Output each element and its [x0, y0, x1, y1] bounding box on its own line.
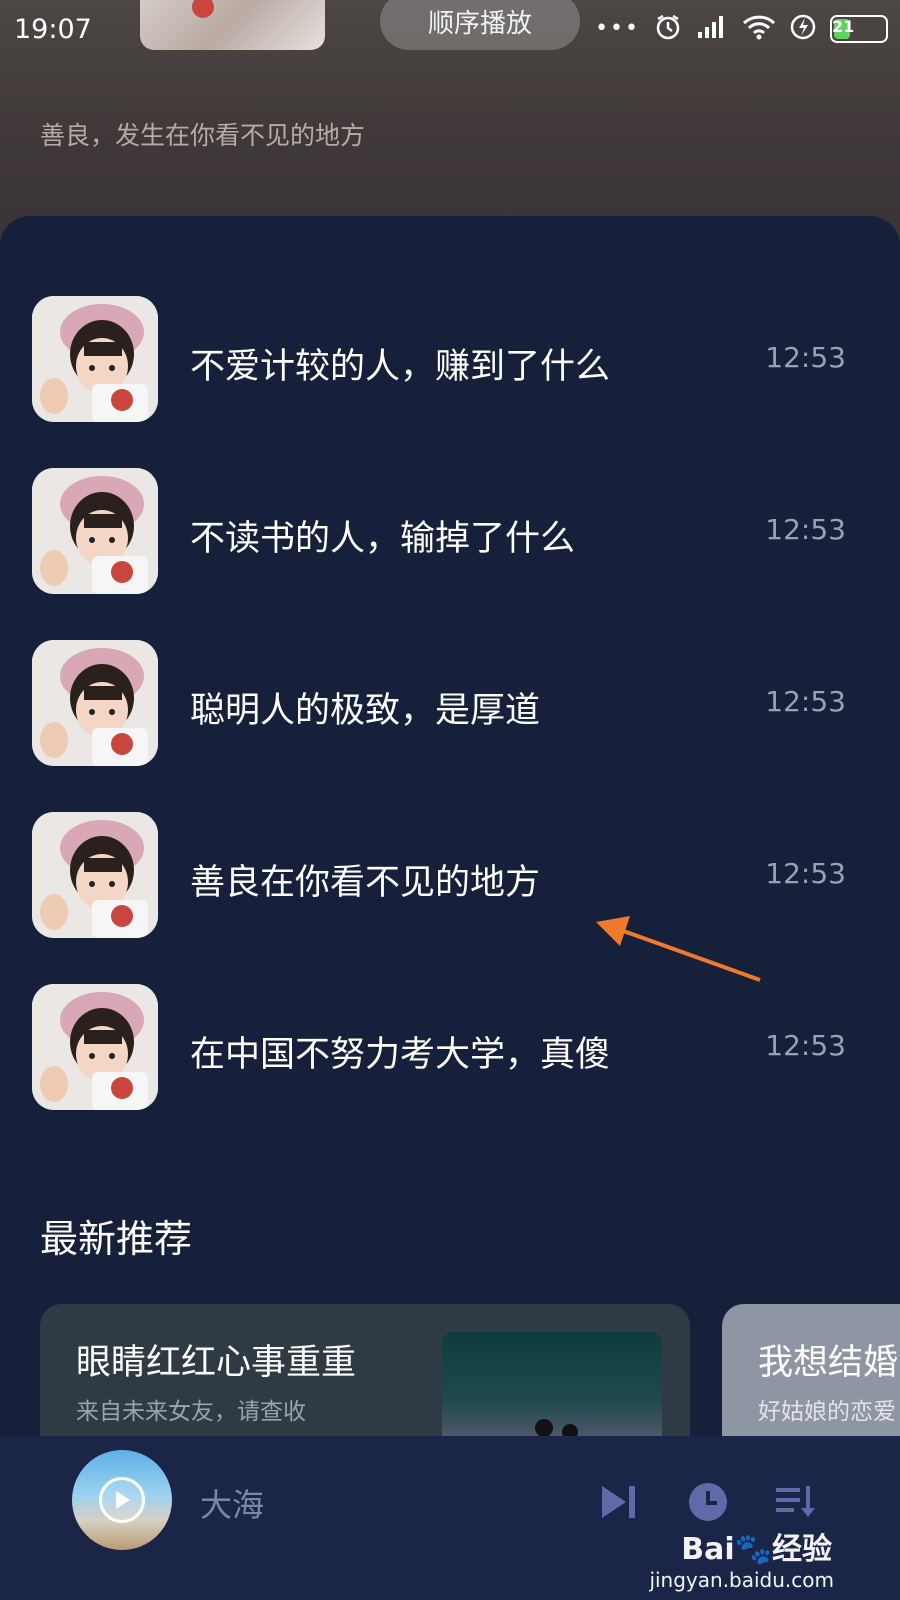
track-title: 在中国不努力考大学，真傻: [190, 1035, 611, 1075]
alarm-icon: [654, 13, 682, 45]
track-thumbnail: [32, 640, 158, 766]
status-icons: ••• 21: [595, 12, 888, 46]
track-thumbnail: [32, 468, 158, 594]
track-time: 12:53: [765, 685, 846, 718]
track-thumbnail: [32, 812, 158, 938]
next-track-icon[interactable]: [596, 1480, 640, 1524]
battery-icon: 21: [830, 15, 888, 43]
current-song-title[interactable]: 大海: [200, 1480, 264, 1526]
track-thumbnail: [32, 296, 158, 422]
more-dots-icon: •••: [595, 16, 640, 41]
charging-icon: [790, 13, 816, 45]
track-row[interactable]: 善良在你看不见的地方 12:53: [0, 812, 900, 942]
playlist-sort-icon[interactable]: [774, 1480, 818, 1524]
recommend-card-title: 我想结婚: [758, 1343, 899, 1383]
album-subtitle: 善良，发生在你看不见的地方: [40, 121, 366, 150]
status-time: 19:07: [14, 14, 92, 45]
wifi-icon: [742, 14, 776, 44]
track-row[interactable]: 不读书的人，输掉了什么 12:53: [0, 468, 900, 598]
timer-clock-icon[interactable]: [686, 1480, 730, 1524]
track-time: 12:53: [765, 1029, 846, 1062]
header-area: 顺序播放 19:07 ••• 21 善良，发生在你看不见的地方: [0, 0, 900, 240]
track-title: 善良在你看不见的地方: [190, 863, 541, 903]
track-time: 12:53: [765, 513, 846, 546]
track-title: 聪明人的极致，是厚道: [190, 691, 541, 731]
track-row[interactable]: 在中国不努力考大学，真傻 12:53: [0, 984, 900, 1114]
track-time: 12:53: [765, 341, 846, 374]
track-title: 不读书的人，输掉了什么: [190, 519, 576, 559]
signal-icon: [696, 14, 728, 44]
track-title: 不爱计较的人，赚到了什么: [190, 347, 611, 387]
player-disc[interactable]: [72, 1450, 172, 1550]
track-time: 12:53: [765, 857, 846, 890]
track-thumbnail: [32, 984, 158, 1110]
recommend-section-title: 最新推荐: [40, 1217, 193, 1261]
recommend-card-title: 眼睛红红心事重重: [76, 1343, 357, 1383]
play-icon[interactable]: [99, 1477, 145, 1523]
recommend-card-subtitle: 来自未来女友，请查收: [76, 1399, 306, 1425]
track-row[interactable]: 不爱计较的人，赚到了什么 12:53: [0, 296, 900, 426]
baidu-watermark-url: jingyan.baidu.com: [649, 1568, 834, 1592]
baidu-watermark-logo: Bai🐾经验: [681, 1532, 832, 1567]
play-order-button[interactable]: 顺序播放: [380, 0, 580, 50]
album-cover-thumbnail[interactable]: [140, 0, 325, 50]
track-row[interactable]: 聪明人的极致，是厚道 12:53: [0, 640, 900, 770]
recommend-card-subtitle: 好姑娘的恋爱: [758, 1399, 896, 1425]
